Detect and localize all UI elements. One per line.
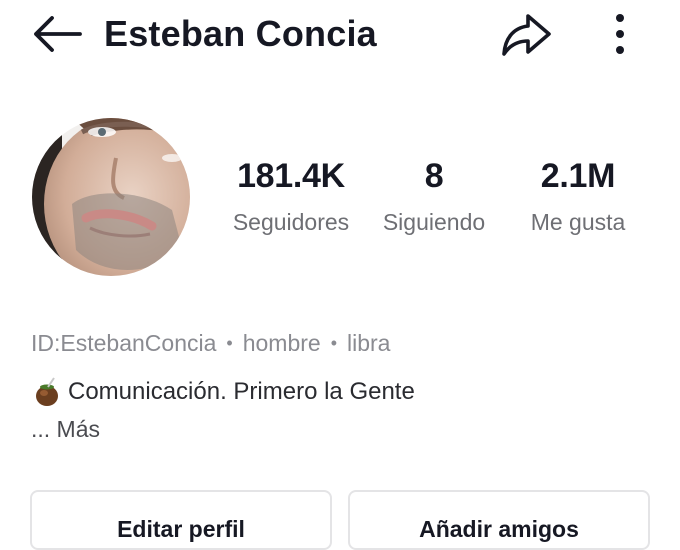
separator-dot: • [226, 333, 233, 353]
add-friends-label: Añadir amigos [419, 516, 579, 542]
likes-label: Me gusta [530, 209, 626, 235]
bio-text: Comunicación. Primero la Gente [68, 378, 415, 405]
back-button[interactable] [28, 10, 86, 58]
user-id: ID:EstebanConcia [31, 330, 217, 356]
separator-dot: • [330, 333, 337, 353]
more-vertical-icon [616, 14, 624, 54]
following-stat[interactable]: 8 Siguiendo [374, 156, 494, 236]
mate-gourd-icon [36, 377, 58, 406]
following-count: 8 [424, 157, 444, 195]
edit-profile-button[interactable]: Editar perfil [30, 490, 332, 550]
more-options-button[interactable] [604, 10, 636, 58]
zodiac-tag: libra [347, 330, 391, 356]
profile-avatar[interactable] [32, 118, 190, 276]
edit-profile-label: Editar perfil [117, 516, 245, 542]
bio: Comunicación. Primero la Gente [34, 377, 415, 407]
following-label: Siguiendo [382, 209, 486, 235]
top-bar: Esteban Concia [0, 0, 680, 70]
add-friends-button[interactable]: Añadir amigos [348, 490, 650, 550]
profile-username-title: Esteban Concia [104, 13, 377, 54]
followers-stat[interactable]: 181.4K Seguidores [220, 156, 362, 236]
bio-more-link[interactable]: ... Más [31, 414, 100, 444]
profile-photo [32, 118, 190, 276]
likes-count: 2.1M [540, 157, 616, 195]
share-arrow-icon [502, 14, 551, 56]
followers-count: 181.4K [237, 157, 345, 195]
likes-stat[interactable]: 2.1M Me gusta [516, 156, 640, 236]
share-button[interactable] [498, 8, 554, 60]
followers-label: Seguidores [232, 209, 350, 235]
profile-meta-row: ID:EstebanConcia • hombre • libra [31, 328, 390, 360]
back-arrow-icon [34, 16, 82, 52]
gender-tag: hombre [242, 330, 321, 356]
